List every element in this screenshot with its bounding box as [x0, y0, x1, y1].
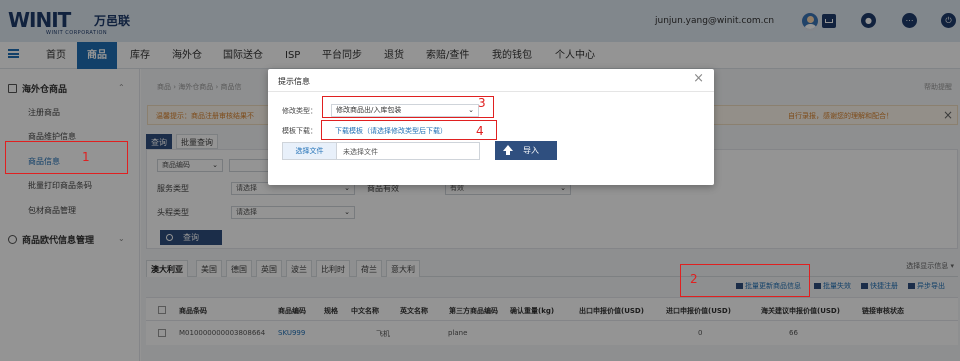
annotation-box-3 [322, 96, 494, 118]
file-picker[interactable]: 选择文件 未选择文件 [282, 142, 480, 160]
template-label: 模板下载： [282, 127, 317, 135]
annotation-box-1 [5, 141, 128, 174]
close-icon[interactable]: × [693, 71, 704, 86]
annotation-label-2: 2 [690, 272, 698, 286]
divider [268, 91, 714, 92]
annotation-label-3: 3 [478, 96, 486, 110]
annotation-box-2 [680, 264, 810, 297]
modal-title: 提示信息 [278, 77, 310, 86]
choose-file-button[interactable]: 选择文件 [283, 143, 337, 159]
annotation-label-4: 4 [476, 124, 484, 138]
modify-type-label: 修改类型： [282, 107, 317, 115]
file-status: 未选择文件 [343, 148, 378, 156]
app-root: WINIT 万邑联 WINIT CORPORATION junjun.yang@… [0, 0, 960, 361]
annotation-box-4 [321, 120, 497, 140]
annotation-label-1: 1 [82, 150, 90, 164]
import-button[interactable]: 导入 [495, 141, 557, 160]
upload-icon [503, 145, 513, 155]
